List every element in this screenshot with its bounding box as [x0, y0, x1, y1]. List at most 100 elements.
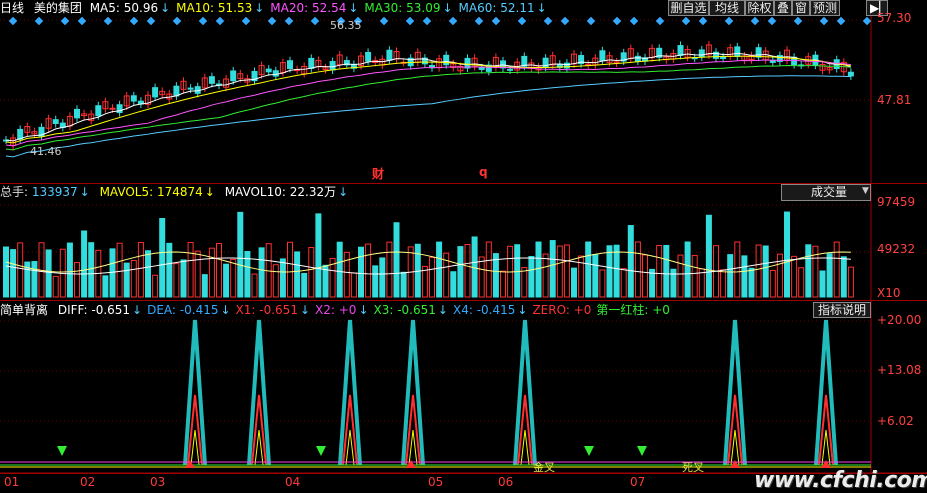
volume-bar — [173, 263, 180, 298]
candle — [187, 87, 194, 90]
signal-diamond-icon — [698, 16, 708, 26]
volume-bar — [748, 267, 755, 298]
financial-report-marker[interactable]: 财 — [372, 165, 384, 182]
mavol10-arrow: ↓ — [338, 185, 349, 199]
indicator-legend-item: X2: +0 ↓ — [315, 303, 368, 317]
month-label: 03 — [150, 475, 166, 489]
ma-label: MA60: — [458, 1, 501, 15]
volume-bar — [208, 247, 215, 298]
volume-arrow: ↓ — [79, 185, 90, 199]
volume-bar — [464, 244, 471, 298]
volume-bar — [31, 261, 38, 298]
signal-diamond-icon — [241, 16, 251, 26]
volume-bar — [599, 269, 606, 298]
volume-indicator-select[interactable]: 成交量 — [781, 184, 871, 201]
indicator-value: +0 — [338, 303, 357, 317]
low-price-label: 41.46 — [30, 145, 62, 158]
candle — [95, 105, 102, 117]
volume-dropdown-chevron-icon[interactable]: ▼ — [862, 186, 869, 196]
volume-bar — [3, 246, 9, 298]
volume-bar — [393, 222, 400, 298]
volume-bar — [45, 249, 52, 298]
signal-diamond-icon — [724, 16, 734, 26]
signal-diamond-icon — [517, 16, 527, 26]
ma-label: MA30: — [364, 1, 407, 15]
toolbar-button[interactable]: 叠 — [774, 0, 792, 16]
toolbar-button[interactable]: 除权 — [745, 0, 774, 16]
toolbar-button[interactable]: 删自选 — [668, 0, 709, 16]
volume-bar — [727, 254, 734, 298]
volume-bar — [187, 241, 194, 298]
volume-unit: X10 — [877, 286, 901, 300]
indicator-value: -0.651 — [397, 303, 436, 317]
volume-bar — [301, 272, 308, 298]
period-label[interactable]: 日线 — [0, 1, 24, 15]
candle — [698, 49, 705, 58]
volume-bar — [592, 253, 599, 298]
volume-bar — [677, 254, 684, 298]
indicator-spike — [401, 319, 425, 466]
indicator-spike — [247, 319, 271, 466]
volume-bar — [684, 241, 691, 298]
ma-line — [5, 75, 851, 158]
mavol10-label: MAVOL10: — [224, 185, 290, 199]
toolbar-button[interactable]: 预测 — [810, 0, 840, 16]
volume-bar — [10, 249, 17, 298]
signal-diamond-icon — [8, 16, 18, 26]
candle — [173, 85, 180, 97]
candle — [152, 87, 159, 98]
indicator-explain-button[interactable]: 指标说明 — [813, 302, 871, 318]
volume-bar — [535, 241, 542, 298]
candle — [478, 67, 485, 70]
volume-total-value: 133937 — [31, 185, 78, 199]
volume-bar — [152, 274, 159, 298]
volume-bar — [691, 254, 698, 298]
indicator-spike — [183, 319, 207, 466]
indicator-tick: +20.00 — [877, 313, 922, 327]
price-tick: 47.81 — [877, 93, 912, 107]
volume-panel-header: 总手: 133937 ↓ MAVOL5: 174874 ↓ MAVOL10: 22.… — [0, 184, 354, 200]
volume-bar — [450, 271, 457, 298]
indicator-legend-item: 第一红柱: +0 — [596, 303, 670, 317]
signal-diamond-icon — [543, 16, 553, 26]
indicator-spike — [408, 429, 418, 466]
candle — [287, 60, 293, 70]
volume-total-label: 总手: — [0, 185, 32, 199]
volume-bar — [294, 251, 301, 298]
toolbar-button[interactable]: 均线 — [709, 0, 745, 16]
ma-value: 50.96 — [123, 1, 159, 15]
volume-bar — [720, 269, 727, 298]
ma-value: 53.09 — [406, 1, 441, 15]
event-marker[interactable]: q — [479, 165, 488, 179]
volume-bar — [17, 242, 24, 298]
indicator-spike — [821, 429, 831, 466]
volume-bar — [762, 245, 769, 298]
indicator-name[interactable]: 简单背离 — [0, 303, 48, 317]
volume-bar — [379, 257, 386, 298]
signal-diamond-icon — [491, 16, 501, 26]
volume-bar — [521, 267, 528, 298]
signal-diamond-icon — [612, 16, 622, 26]
volume-bar — [734, 241, 741, 298]
candle — [847, 71, 854, 77]
volume-bar — [336, 241, 343, 298]
volume-bar — [358, 246, 364, 298]
volume-bar — [840, 256, 847, 298]
indicator-spike — [814, 319, 838, 466]
indicator-axis: +20.00 +13.08 +6.02 — [872, 300, 927, 475]
mavol5-label: MAVOL5: — [99, 185, 157, 199]
indicator-label: X4: — [452, 303, 477, 317]
ma-line — [5, 59, 851, 147]
candle — [52, 119, 59, 124]
chart-canvas[interactable] — [0, 0, 927, 491]
volume-bar — [812, 245, 819, 298]
ma-legend-item: MA10: 51.53 ↓ — [176, 1, 264, 15]
signal-diamond-icon — [405, 16, 415, 26]
toolbar-button[interactable]: 窗 — [792, 0, 810, 16]
volume-bar — [279, 258, 286, 298]
indicator-spike — [254, 429, 264, 466]
volume-bar — [116, 242, 123, 298]
candle — [507, 68, 514, 71]
signal-diamond-icon — [379, 16, 389, 26]
month-label: 06 — [498, 475, 514, 489]
